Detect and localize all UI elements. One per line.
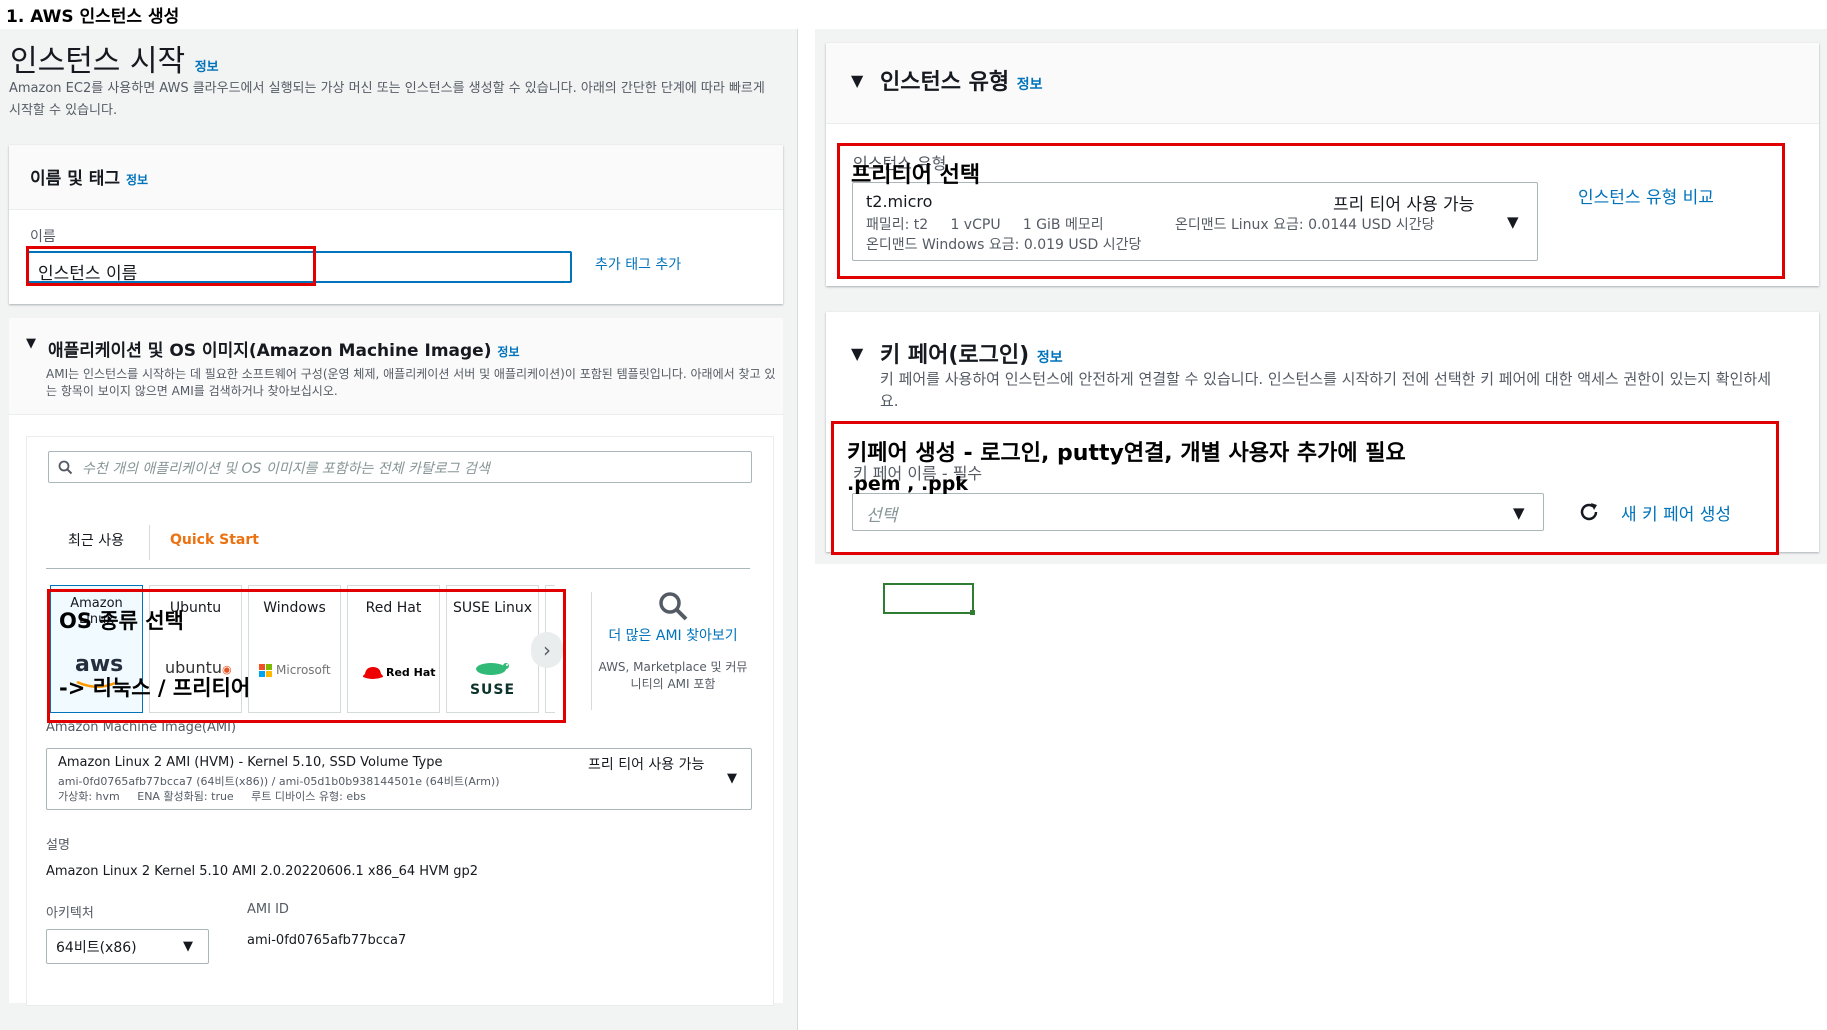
search-placeholder: 수천 개의 애플리케이션 및 OS 이미지를 포함하는 전체 카탈로그 검색 <box>82 461 490 477</box>
collapse-caret-icon[interactable]: ▼ <box>26 336 36 351</box>
annotation-box-name <box>26 246 316 286</box>
tab-quick-start[interactable]: Quick Start <box>170 532 259 548</box>
tile-divider <box>591 592 592 710</box>
annotation-os-line2: -> 리눅스 / 프리티어 <box>59 676 251 700</box>
info-link[interactable]: 정보 <box>1017 77 1043 93</box>
tab-rule <box>46 568 750 569</box>
info-link[interactable]: 정보 <box>126 173 148 187</box>
ami-selected-meta: 가상화: hvm ENA 활성화됨: true 루트 디바이스 유형: ebs <box>58 790 366 803</box>
page-title-text: 인스턴스 시작 <box>10 44 186 79</box>
collapse-caret-icon[interactable]: ▼ <box>851 344 863 363</box>
key-pair-title-text: 키 페어(로그인) <box>880 343 1030 368</box>
ami-description: AMI는 인스턴스를 시작하는 데 필요한 소프트웨어 구성(운영 체제, 애플… <box>46 367 776 398</box>
page-title: 인스턴스 시작 정보 <box>10 36 219 80</box>
tab-recent[interactable]: 최근 사용 <box>68 530 124 550</box>
annotation-key-line1: 키페어 생성 - 로그인, putty연결, 개별 사용자 추가에 필요 <box>847 441 1406 466</box>
annotation-free-tier: 프리티어 선택 <box>851 163 981 188</box>
name-tags-title-text: 이름 및 태그 <box>30 169 121 189</box>
add-tag-link[interactable]: 추가 태그 추가 <box>595 254 681 274</box>
browse-more-ami-link[interactable]: 더 많은 AMI 찾아보기 <box>598 626 748 647</box>
magnifier-icon <box>659 592 688 621</box>
key-pair-title: 키 페어(로그인) 정보 <box>880 337 1063 369</box>
ami-selected-ids: ami-0fd0765afb77bcca7 (64비트(x86)) / ami-… <box>58 775 500 788</box>
instance-type-title: 인스턴스 유형 정보 <box>880 64 1043 96</box>
document-heading: 1. AWS 인스턴스 생성 <box>6 7 180 27</box>
ami-id-value: ami-0fd0765afb77bcca7 <box>247 933 407 948</box>
architecture-label: 아키텍처 <box>46 906 94 921</box>
browse-more-ami-subtitle: AWS, Marketplace 및 커뮤니티의 AMI 포함 <box>598 660 748 691</box>
search-icon <box>58 460 73 475</box>
spreadsheet-cell-cursor <box>883 583 974 614</box>
key-pair-description: 키 페어를 사용하여 인스턴스에 안전하게 연결할 수 있습니다. 인스턴스를 … <box>880 370 1771 410</box>
chevron-down-icon: ▼ <box>727 771 737 786</box>
fill-handle <box>970 610 975 615</box>
ami-free-tier-badge: 프리 티어 사용 가능 <box>588 757 705 773</box>
page-description: Amazon EC2를 사용하면 AWS 클라우드에서 실행되는 가상 머신 또… <box>9 81 765 118</box>
description-value: Amazon Linux 2 Kernel 5.10 AMI 2.0.20220… <box>46 864 479 879</box>
annotation-os-line1: OS 종류 선택 <box>59 609 184 633</box>
chevron-down-icon: ▼ <box>183 939 193 954</box>
info-link[interactable]: 정보 <box>1037 350 1063 366</box>
name-label: 이름 <box>30 229 56 245</box>
architecture-select[interactable]: 64비트(x86) ▼ <box>46 929 209 964</box>
ami-search-input[interactable]: 수천 개의 애플리케이션 및 OS 이미지를 포함하는 전체 카탈로그 검색 <box>48 451 752 483</box>
ami-id-label: AMI ID <box>247 902 289 917</box>
info-link[interactable]: 정보 <box>497 345 519 359</box>
architecture-value: 64비트(x86) <box>56 940 137 956</box>
browse-more-ami[interactable]: 더 많은 AMI 찾아보기 AWS, Marketplace 및 커뮤니티의 A… <box>598 590 748 693</box>
ami-selected-name: Amazon Linux 2 AMI (HVM) - Kernel 5.10, … <box>58 755 443 770</box>
instance-type-title-text: 인스턴스 유형 <box>880 70 1010 95</box>
name-tags-title: 이름 및 태그 정보 <box>30 164 148 189</box>
collapse-caret-icon[interactable]: ▼ <box>851 71 863 90</box>
info-link[interactable]: 정보 <box>195 60 219 75</box>
ami-title: 애플리케이션 및 OS 이미지(Amazon Machine Image) 정보 <box>48 336 520 361</box>
ami-title-text: 애플리케이션 및 OS 이미지(Amazon Machine Image) <box>48 341 492 361</box>
ami-select[interactable]: Amazon Linux 2 AMI (HVM) - Kernel 5.10, … <box>46 748 752 810</box>
description-label: 설명 <box>46 838 70 853</box>
tab-divider <box>149 525 150 560</box>
annotation-key-line2: .pem , .ppk <box>847 473 969 495</box>
